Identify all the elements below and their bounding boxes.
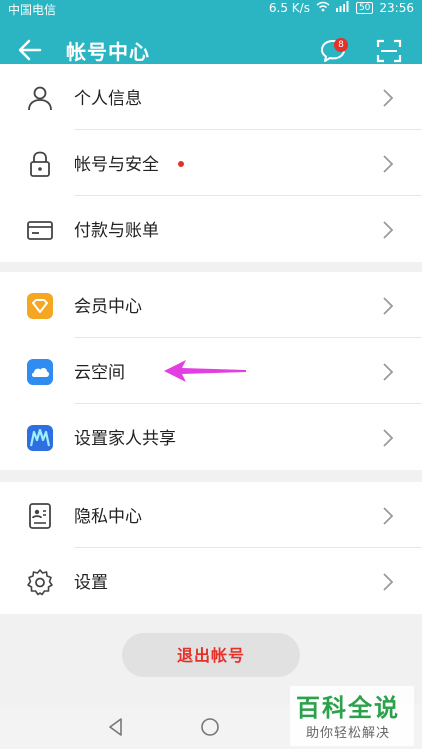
nav-back-icon[interactable] bbox=[106, 717, 126, 737]
status-right: 6.5 K/s 50 23:56 bbox=[269, 1, 414, 15]
item-label: 付款与账单 bbox=[74, 221, 159, 241]
item-label: 会员中心 bbox=[74, 297, 142, 317]
chevron-right-icon bbox=[383, 363, 394, 381]
carrier-label: 中国电信 bbox=[8, 3, 57, 17]
watermark-title: 百科全说 bbox=[296, 694, 400, 722]
lock-icon bbox=[30, 151, 50, 177]
item-label: 设置 bbox=[74, 573, 108, 593]
notification-dot bbox=[178, 161, 184, 167]
logout-button[interactable]: 退出帐号 bbox=[122, 633, 300, 677]
watermark-subtitle: 助你轻松解决 bbox=[306, 726, 391, 741]
account-group: 个人信息 帐号与安全 付款与账单 bbox=[0, 64, 422, 262]
item-label: 帐号与安全 bbox=[74, 155, 159, 175]
list-item-personal-info[interactable]: 个人信息 bbox=[0, 64, 422, 130]
wifi-icon bbox=[316, 1, 330, 15]
member-icon bbox=[27, 293, 53, 319]
chevron-right-icon bbox=[383, 429, 394, 447]
message-badge: 8 bbox=[334, 38, 348, 52]
chevron-right-icon bbox=[383, 89, 394, 107]
card-icon bbox=[27, 221, 53, 240]
family-share-icon bbox=[27, 425, 53, 451]
item-label: 云空间 bbox=[74, 363, 125, 383]
privacy-icon bbox=[29, 503, 51, 529]
person-icon bbox=[28, 86, 52, 111]
page-title: 帐号中心 bbox=[66, 40, 150, 64]
watermark: 百科全说 助你轻松解决 bbox=[290, 686, 414, 746]
item-label: 隐私中心 bbox=[74, 507, 142, 527]
nav-home-icon[interactable] bbox=[200, 717, 220, 737]
list-item-payment-billing[interactable]: 付款与账单 bbox=[0, 196, 422, 262]
chevron-right-icon bbox=[383, 155, 394, 173]
network-speed: 6.5 K/s bbox=[268, 1, 310, 15]
list-item-family-share[interactable]: 设置家人共享 bbox=[0, 404, 422, 470]
cloud-icon bbox=[27, 359, 53, 385]
item-label: 设置家人共享 bbox=[74, 429, 176, 449]
status-bar: 中国电信 6.5 K/s 50 23:56 bbox=[0, 0, 422, 18]
gear-icon bbox=[27, 569, 53, 596]
list-item-account-security[interactable]: 帐号与安全 bbox=[0, 130, 422, 196]
back-arrow-icon[interactable] bbox=[14, 34, 46, 66]
scan-icon[interactable] bbox=[374, 36, 404, 66]
list-item-member-center[interactable]: 会员中心 bbox=[0, 272, 422, 338]
annotation-arrow bbox=[164, 360, 246, 382]
settings-group: 隐私中心 设置 bbox=[0, 482, 422, 614]
list-item-settings[interactable]: 设置 bbox=[0, 548, 422, 614]
item-label: 个人信息 bbox=[74, 89, 142, 109]
chevron-right-icon bbox=[383, 573, 394, 591]
signal-icon bbox=[335, 1, 350, 15]
chevron-right-icon bbox=[383, 507, 394, 525]
chevron-right-icon bbox=[383, 221, 394, 239]
chevron-right-icon bbox=[383, 297, 394, 315]
battery-icon: 50 bbox=[355, 2, 374, 14]
clock: 23:56 bbox=[379, 1, 414, 15]
list-item-privacy-center[interactable]: 隐私中心 bbox=[0, 482, 422, 548]
